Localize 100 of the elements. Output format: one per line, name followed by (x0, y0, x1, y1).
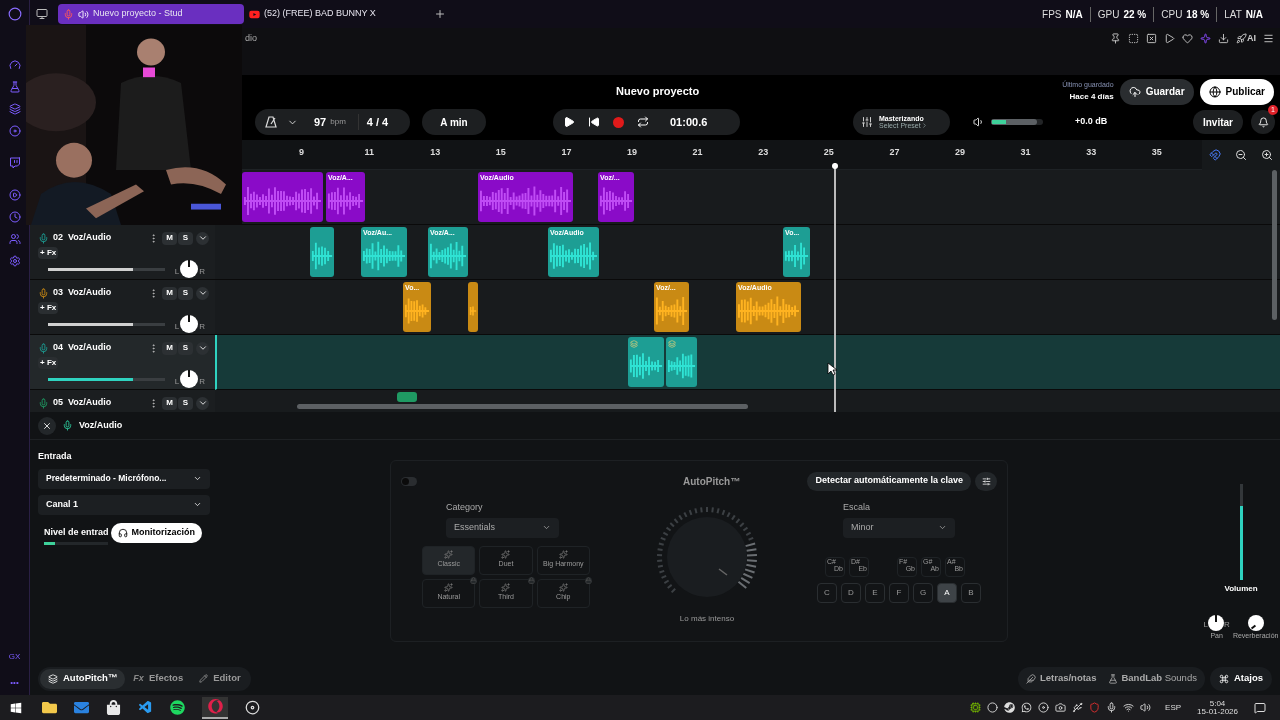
heart-icon[interactable] (1182, 33, 1193, 45)
play-icon[interactable] (8, 189, 21, 201)
pan-knob[interactable] (180, 260, 199, 278)
sidebar-icon[interactable] (8, 125, 21, 137)
volume-slider[interactable] (48, 377, 165, 381)
settings-icon[interactable] (8, 255, 21, 267)
note-key[interactable]: B (961, 582, 981, 603)
key-button[interactable]: A min (422, 109, 486, 135)
tray-icon[interactable] (1038, 702, 1050, 713)
history-icon[interactable] (8, 211, 21, 223)
download-icon[interactable] (1218, 33, 1229, 45)
lyrics-button[interactable]: Letras/notas (1025, 671, 1097, 686)
twitch-icon[interactable] (8, 157, 21, 169)
sounds-button[interactable]: BandLab Sounds (1108, 671, 1197, 686)
add-effects-button[interactable]: + Fx (38, 302, 59, 314)
pan-knob[interactable] (180, 370, 199, 388)
panel-tab[interactable]: AutoPitch™ (40, 668, 126, 689)
music-icon[interactable] (170, 700, 185, 715)
notifications-icon[interactable] (1254, 701, 1266, 714)
audio-clip[interactable] (310, 227, 334, 277)
sparkle-icon[interactable] (1200, 33, 1211, 45)
volume-fader[interactable] (1239, 484, 1243, 580)
extensions-icon[interactable] (8, 233, 21, 245)
horizontal-scrollbar[interactable] (297, 404, 748, 409)
panel-tab[interactable]: Editor (191, 668, 249, 689)
tray-icon[interactable] (987, 702, 999, 713)
snap-icon[interactable] (1209, 149, 1221, 161)
loop-button[interactable] (637, 116, 649, 128)
track-header[interactable]: 04 Voz/Audio M S + Fx L R (30, 335, 215, 390)
new-tab-button[interactable] (434, 8, 446, 20)
mute-button[interactable]: M (162, 396, 177, 410)
note-key[interactable]: A (937, 582, 957, 603)
pan-knob[interactable] (1208, 615, 1224, 631)
clock-date[interactable]: 15-01-2026 (1197, 707, 1238, 716)
add-effects-button[interactable]: + Fx (38, 247, 59, 259)
audio-clip[interactable] (468, 282, 478, 332)
pin-icon[interactable] (1110, 33, 1121, 45)
zoom-out-icon[interactable] (1235, 149, 1247, 161)
autopitch-toggle[interactable] (401, 476, 417, 486)
tempo-control[interactable]: 97 bpm 4 / 4 (255, 109, 410, 135)
sidebar-icon[interactable] (8, 81, 21, 93)
reverb-knob[interactable] (1247, 615, 1264, 631)
language-indicator[interactable]: ESP (1165, 701, 1182, 714)
monitoring-button[interactable]: Monitorización (110, 522, 203, 543)
clock-time[interactable]: 5:04 (1209, 699, 1226, 708)
volume-slider[interactable] (48, 267, 165, 271)
mail-icon[interactable] (74, 700, 89, 715)
panel-tab[interactable]: Fx Efectos (125, 668, 192, 689)
mute-button[interactable]: M (162, 341, 177, 355)
play-button[interactable] (563, 116, 575, 128)
browser-tab[interactable]: (52) (FREE) BAD BUNNY X (244, 4, 430, 24)
audio-clip[interactable] (628, 337, 664, 387)
solo-button[interactable]: S (178, 396, 193, 410)
sidebar-icon[interactable] (8, 59, 21, 71)
close-button[interactable] (38, 416, 56, 435)
rocket-icon[interactable] (1236, 33, 1247, 45)
vertical-scrollbar[interactable] (1272, 170, 1277, 320)
save-button[interactable]: Guardar (1119, 78, 1194, 105)
usb-icon[interactable] (1072, 702, 1084, 713)
play-icon[interactable] (1164, 33, 1175, 45)
master-volume-slider[interactable] (991, 119, 1043, 125)
record-button[interactable] (613, 116, 624, 128)
solo-button[interactable]: S (178, 286, 193, 300)
track-header[interactable]: 02 Voz/Audio M S + Fx L R (30, 225, 215, 280)
steam-icon[interactable] (1004, 702, 1016, 713)
detect-key-button[interactable]: Detectar automáticamente la clave (807, 471, 971, 491)
add-effects-button[interactable]: + Fx (38, 357, 59, 369)
camera-icon[interactable] (1055, 702, 1067, 713)
code-editor-icon[interactable] (138, 700, 153, 715)
network-icon[interactable] (1123, 702, 1135, 713)
expand-button[interactable] (196, 231, 209, 245)
close-box-icon[interactable] (1146, 33, 1157, 45)
microphone-icon[interactable] (1106, 702, 1118, 713)
volume-icon[interactable] (1140, 702, 1152, 713)
solo-button[interactable]: S (178, 231, 193, 245)
note-key[interactable]: G (913, 582, 933, 603)
start-icon[interactable] (10, 701, 22, 714)
track-header[interactable]: 03 Voz/Audio M S + Fx L R (30, 280, 215, 335)
snapshot-icon[interactable] (1128, 33, 1139, 45)
zoom-in-icon[interactable] (1261, 149, 1273, 161)
shield-icon[interactable] (1089, 702, 1101, 713)
expand-button[interactable] (196, 286, 209, 300)
channel-dropdown[interactable]: Canal 1 (38, 494, 210, 515)
expand-button[interactable] (196, 396, 209, 410)
mute-button[interactable]: M (162, 231, 177, 245)
recorder-icon[interactable] (245, 700, 260, 715)
audio-clip[interactable] (242, 172, 323, 222)
browser-taskbar-button[interactable] (202, 696, 228, 719)
pan-knob[interactable] (180, 315, 199, 333)
sidebar-icon[interactable] (8, 103, 21, 115)
note-key[interactable]: E (865, 582, 885, 603)
volume-slider[interactable] (48, 322, 165, 326)
notifications-button[interactable] (1251, 110, 1275, 134)
note-key[interactable]: C (817, 582, 837, 603)
shortcuts-button[interactable]: Atajos (1209, 666, 1272, 691)
audio-clip[interactable] (397, 392, 417, 402)
settings-button[interactable] (975, 471, 997, 491)
category-dropdown[interactable]: Essentials (446, 517, 559, 538)
note-key[interactable]: D (841, 582, 861, 603)
publish-button[interactable]: Publicar (1199, 78, 1274, 105)
